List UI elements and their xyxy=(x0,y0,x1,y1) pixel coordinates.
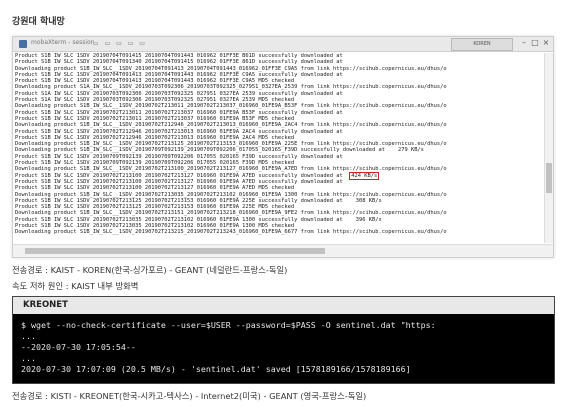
caption-label: 전송경로 : xyxy=(12,391,51,401)
kreonet-terminal: KREONET $ wget --no-check-certificate --… xyxy=(12,296,555,384)
scroll-thumb[interactable] xyxy=(25,248,325,254)
vertical-scrollbar[interactable] xyxy=(544,53,553,243)
caption-label: 전송경로 : xyxy=(12,265,51,275)
terminal-line: Downloading product S1B_IW_SLC__1SDV_201… xyxy=(15,229,447,236)
section-title: 강원대 학내망 xyxy=(12,17,65,27)
minimize-icon[interactable]: – xyxy=(519,38,529,48)
terminal-window: mobaXterm - session ▭ ▭ ▭ ▭ ▭ KOREN – □ … xyxy=(12,36,554,258)
caption-text: KAIST 내부 방화벽 xyxy=(71,281,139,291)
kreonet-line: 2020-07-30 17:07:09 (20.5 MB/s) - 'senti… xyxy=(21,364,411,374)
kreonet-header: KREONET xyxy=(13,297,554,314)
caption-text: KISTI - KREONET(한국-시카고-텍사스) - Internet2(… xyxy=(50,391,367,401)
maximize-icon[interactable]: □ xyxy=(530,38,540,48)
kreonet-line: ... xyxy=(21,331,36,341)
terminal-output[interactable]: Product S1B IW SLC 1SDV 20190704T091415 … xyxy=(15,53,543,243)
app-icon xyxy=(19,40,27,48)
route-caption-1: 전송경로 : KAIST - KOREN(한국-싱가포르) - GEANT (네… xyxy=(12,264,287,276)
window-title: mobaXterm - session xyxy=(31,39,95,46)
kreonet-line: $ wget --no-check-certificate --user=$US… xyxy=(21,320,436,330)
line-text: Product S1B IW SLC 1SDV 20190702T213100 … xyxy=(15,172,350,179)
route-caption-2: 전송경로 : KISTI - KREONET(한국-시카고-텍사스) - Int… xyxy=(12,390,366,402)
speed-highlight: 424 KB/s xyxy=(349,171,380,180)
cause-caption: 속도 저하 원인 : KAIST 내부 방화벽 xyxy=(12,280,138,292)
caption-text: KAIST - KOREN(한국-싱가포르) - GEANT (네덜란드-프랑스… xyxy=(50,265,288,275)
caption-label: 속도 저하 원인 : xyxy=(12,281,72,291)
scroll-thumb[interactable] xyxy=(546,163,552,193)
koren-logo: KOREN xyxy=(451,38,513,51)
toolbar-icons[interactable]: ▭ ▭ ▭ ▭ ▭ xyxy=(93,40,147,47)
kreonet-line: ... xyxy=(21,353,36,363)
kreonet-output[interactable]: $ wget --no-check-certificate --user=$US… xyxy=(13,314,554,375)
window-titlebar: mobaXterm - session ▭ ▭ ▭ ▭ ▭ KOREN – □ … xyxy=(13,37,553,52)
close-icon[interactable]: × xyxy=(541,38,551,48)
horizontal-scrollbar[interactable] xyxy=(13,244,553,257)
kreonet-line: --2020-07-30 17:05:54-- xyxy=(21,342,136,352)
